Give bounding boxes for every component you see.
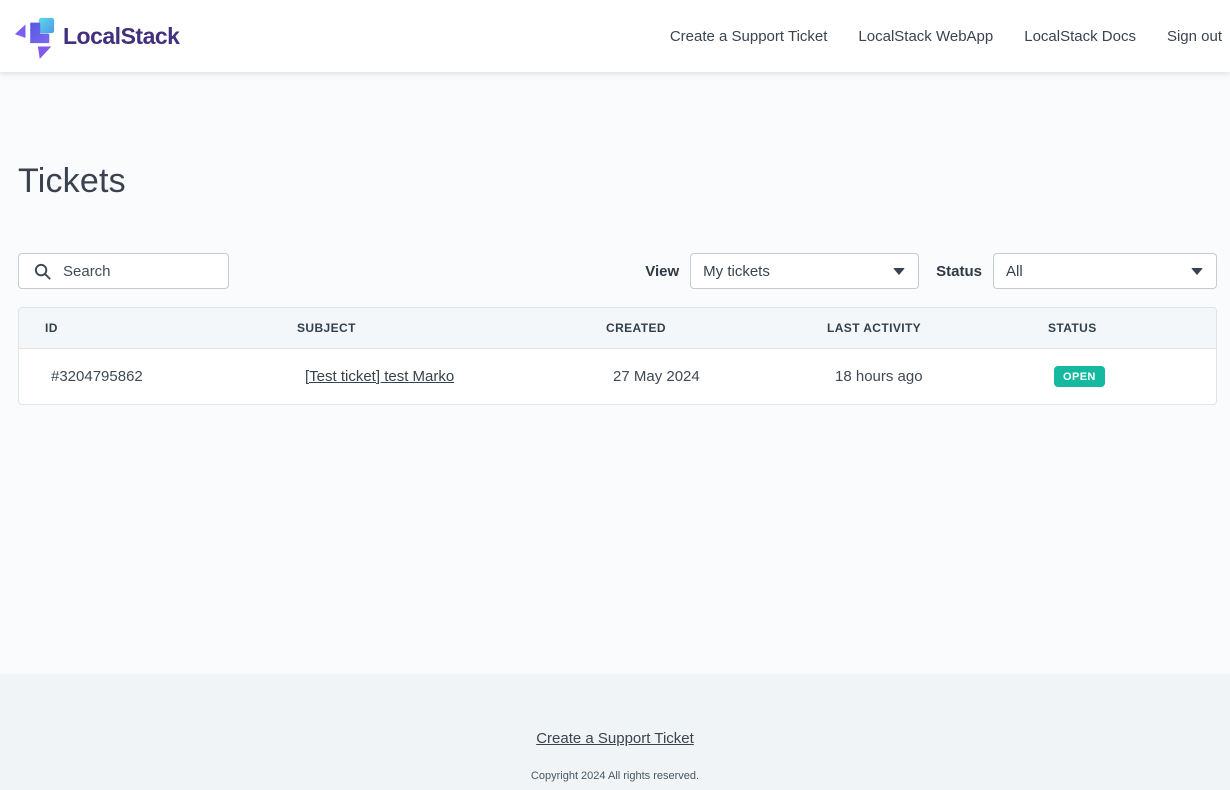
status-filter-group: Status All	[936, 253, 1217, 289]
page-footer: Create a Support Ticket Copyright 2024 A…	[0, 674, 1230, 790]
status-label: Status	[936, 263, 982, 280]
chevron-down-icon	[893, 268, 905, 275]
nav-sign-out[interactable]: Sign out	[1167, 28, 1222, 45]
ticket-created: 27 May 2024	[580, 368, 801, 385]
status-select-value: All	[1006, 263, 1023, 280]
filter-row: View My tickets Status All	[18, 253, 1217, 289]
footer-create-support-ticket-link[interactable]: Create a Support Ticket	[536, 730, 694, 747]
view-label: View	[645, 263, 679, 280]
search-box[interactable]	[18, 253, 229, 289]
top-header: LocalStack Create a Support Ticket Local…	[0, 0, 1230, 72]
ticket-subject-link[interactable]: [Test ticket] test Marko	[305, 368, 454, 385]
tickets-table: ID SUBJECT CREATED LAST ACTIVITY STATUS …	[18, 307, 1217, 405]
main-content: Tickets View My tickets Status All	[0, 72, 1230, 674]
search-input[interactable]	[63, 263, 213, 280]
nav-create-support-ticket[interactable]: Create a Support Ticket	[670, 28, 828, 45]
table-row: #3204795862 [Test ticket] test Marko 27 …	[19, 349, 1216, 404]
chevron-down-icon	[1191, 268, 1203, 275]
ticket-id: #3204795862	[19, 368, 271, 385]
search-icon	[33, 262, 52, 281]
status-select[interactable]: All	[993, 253, 1217, 289]
column-header-created: CREATED	[580, 321, 801, 335]
localstack-logo-icon	[14, 12, 56, 60]
nav-localstack-docs[interactable]: LocalStack Docs	[1024, 28, 1136, 45]
header-nav: Create a Support Ticket LocalStack WebAp…	[670, 28, 1222, 45]
ticket-last-activity: 18 hours ago	[801, 368, 1022, 385]
column-header-last-activity: LAST ACTIVITY	[801, 321, 1022, 335]
column-header-subject: SUBJECT	[271, 321, 580, 335]
view-filter-group: View My tickets	[645, 253, 919, 289]
page-title: Tickets	[18, 72, 1217, 201]
view-select[interactable]: My tickets	[690, 253, 919, 289]
table-header-row: ID SUBJECT CREATED LAST ACTIVITY STATUS	[19, 308, 1216, 349]
column-header-id: ID	[19, 321, 271, 335]
view-select-value: My tickets	[703, 263, 770, 280]
brand-name: LocalStack	[63, 23, 179, 50]
nav-localstack-webapp[interactable]: LocalStack WebApp	[858, 28, 993, 45]
column-header-status: STATUS	[1022, 321, 1216, 335]
localstack-logo[interactable]: LocalStack	[14, 12, 179, 60]
copyright-text: Copyright 2024 All rights reserved.	[531, 770, 699, 782]
status-badge: OPEN	[1054, 366, 1105, 387]
